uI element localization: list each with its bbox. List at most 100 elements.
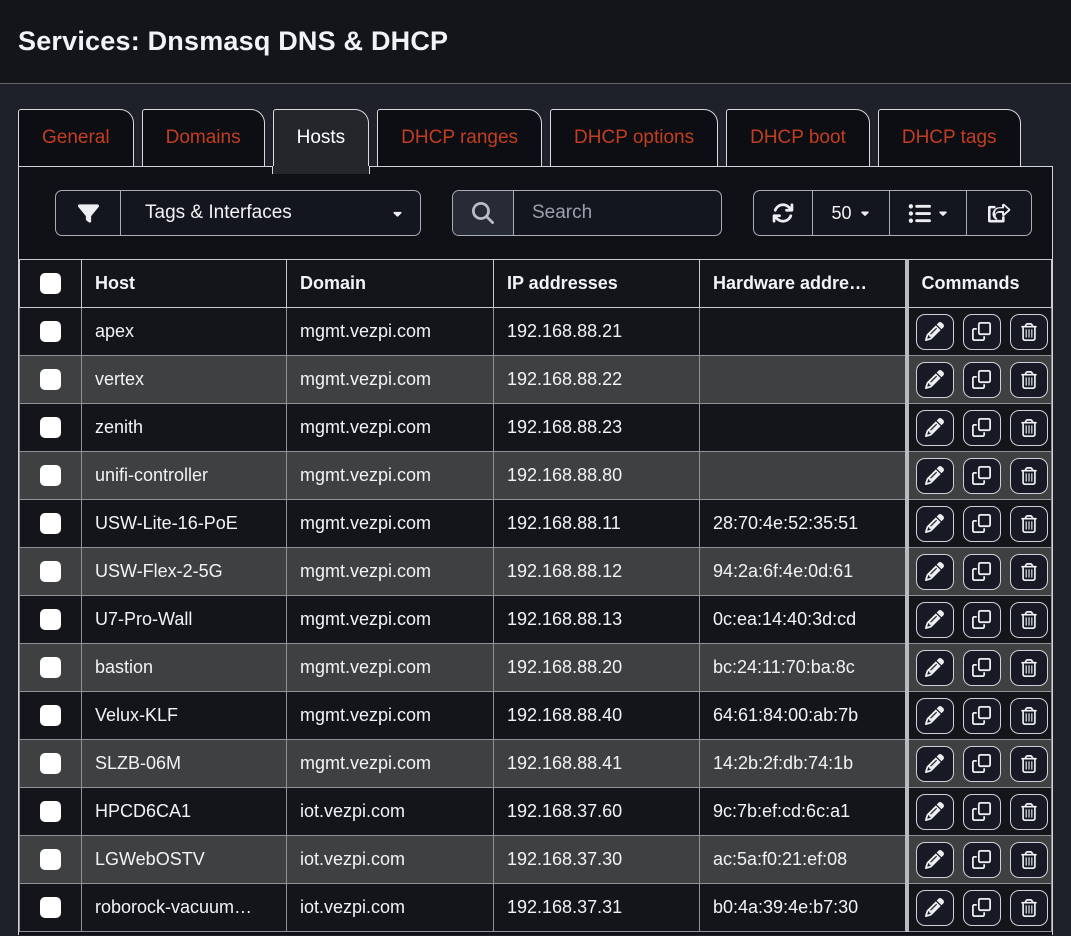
copy-button[interactable] <box>963 890 1001 926</box>
tab-general[interactable]: General <box>18 109 134 166</box>
column-header-host[interactable]: Host <box>82 260 287 308</box>
row-checkbox[interactable] <box>40 321 61 342</box>
table-row[interactable]: bastion mgmt.vezpi.com 192.168.88.20 bc:… <box>20 644 1052 692</box>
row-checkbox[interactable] <box>40 609 61 630</box>
tab-dhcp-tags[interactable]: DHCP tags <box>878 109 1021 166</box>
copy-button[interactable] <box>963 554 1001 590</box>
column-header-domain[interactable]: Domain <box>287 260 494 308</box>
table-row[interactable]: U7-Pro-Wall mgmt.vezpi.com 192.168.88.13… <box>20 596 1052 644</box>
table-row[interactable]: unifi-controller mgmt.vezpi.com 192.168.… <box>20 452 1052 500</box>
cell-hardware-address: 94:2a:6f:4e:0d:61 <box>700 548 907 596</box>
copy-button[interactable] <box>963 842 1001 878</box>
table-row[interactable]: zenith mgmt.vezpi.com 192.168.88.23 <box>20 404 1052 452</box>
delete-button[interactable] <box>1010 506 1048 542</box>
copy-button[interactable] <box>963 794 1001 830</box>
cell-domain: iot.vezpi.com <box>287 836 494 884</box>
edit-button[interactable] <box>916 842 954 878</box>
delete-button[interactable] <box>1010 698 1048 734</box>
table-row[interactable]: roborock-vacuum… iot.vezpi.com 192.168.3… <box>20 884 1052 932</box>
edit-button[interactable] <box>916 554 954 590</box>
trash-icon <box>1020 467 1038 485</box>
delete-button[interactable] <box>1010 410 1048 446</box>
row-checkbox[interactable] <box>40 897 61 918</box>
row-checkbox[interactable] <box>40 417 61 438</box>
cell-hardware-address: 9c:7b:ef:cd:6c:a1 <box>700 788 907 836</box>
delete-button[interactable] <box>1010 746 1048 782</box>
table-row[interactable]: HPCD6CA1 iot.vezpi.com 192.168.37.60 9c:… <box>20 788 1052 836</box>
delete-button[interactable] <box>1010 314 1048 350</box>
copy-button[interactable] <box>963 698 1001 734</box>
tab-dhcp-ranges[interactable]: DHCP ranges <box>377 109 542 166</box>
row-checkbox[interactable] <box>40 801 61 822</box>
tab-hosts[interactable]: Hosts <box>273 109 370 166</box>
edit-button[interactable] <box>916 458 954 494</box>
pencil-icon <box>925 322 944 341</box>
delete-button[interactable] <box>1010 458 1048 494</box>
edit-button[interactable] <box>916 410 954 446</box>
delete-button[interactable] <box>1010 362 1048 398</box>
row-checkbox[interactable] <box>40 369 61 390</box>
row-checkbox[interactable] <box>40 705 61 726</box>
row-checkbox[interactable] <box>40 513 61 534</box>
edit-button[interactable] <box>916 794 954 830</box>
table-row[interactable]: Velux-KLF mgmt.vezpi.com 192.168.88.40 6… <box>20 692 1052 740</box>
row-checkbox[interactable] <box>40 753 61 774</box>
edit-button[interactable] <box>916 506 954 542</box>
search-button[interactable] <box>453 191 513 235</box>
copy-button[interactable] <box>963 602 1001 638</box>
pencil-icon <box>925 898 944 917</box>
copy-button[interactable] <box>963 410 1001 446</box>
pencil-icon <box>925 610 944 629</box>
copy-button[interactable] <box>963 650 1001 686</box>
table-row[interactable]: SLZB-06M mgmt.vezpi.com 192.168.88.41 14… <box>20 740 1052 788</box>
delete-button[interactable] <box>1010 602 1048 638</box>
delete-button[interactable] <box>1010 794 1048 830</box>
row-checkbox[interactable] <box>40 561 61 582</box>
edit-button[interactable] <box>916 362 954 398</box>
edit-button[interactable] <box>916 602 954 638</box>
edit-button[interactable] <box>916 650 954 686</box>
page-size-select[interactable]: 50 <box>812 191 889 235</box>
hosts-table-body: apex mgmt.vezpi.com 192.168.88.21 <box>20 308 1052 932</box>
copy-button[interactable] <box>963 746 1001 782</box>
copy-button[interactable] <box>963 314 1001 350</box>
select-all-checkbox[interactable] <box>40 273 61 294</box>
edit-button[interactable] <box>916 698 954 734</box>
copy-icon <box>972 850 991 869</box>
delete-button[interactable] <box>1010 842 1048 878</box>
column-selector-button[interactable] <box>889 191 966 235</box>
row-checkbox-cell <box>20 404 82 452</box>
delete-button[interactable] <box>1010 890 1048 926</box>
copy-icon <box>972 802 991 821</box>
table-row[interactable]: LGWebOSTV iot.vezpi.com 192.168.37.30 ac… <box>20 836 1052 884</box>
column-header-ip-addresses[interactable]: IP addresses <box>494 260 700 308</box>
delete-button[interactable] <box>1010 554 1048 590</box>
table-row[interactable]: apex mgmt.vezpi.com 192.168.88.21 <box>20 308 1052 356</box>
column-header-hardware-address[interactable]: Hardware addre… <box>700 260 907 308</box>
export-button[interactable] <box>966 191 1031 235</box>
tab-dhcp-boot[interactable]: DHCP boot <box>726 109 870 166</box>
cell-ip-addresses: 192.168.88.41 <box>494 740 700 788</box>
table-row[interactable]: vertex mgmt.vezpi.com 192.168.88.22 <box>20 356 1052 404</box>
column-header-commands: Commands <box>907 260 1052 308</box>
row-checkbox[interactable] <box>40 657 61 678</box>
copy-button[interactable] <box>963 362 1001 398</box>
edit-button[interactable] <box>916 314 954 350</box>
row-checkbox[interactable] <box>40 849 61 870</box>
copy-button[interactable] <box>963 458 1001 494</box>
table-row[interactable]: USW-Flex-2-5G mgmt.vezpi.com 192.168.88.… <box>20 548 1052 596</box>
delete-button[interactable] <box>1010 650 1048 686</box>
cell-host: U7-Pro-Wall <box>82 596 287 644</box>
edit-button[interactable] <box>916 890 954 926</box>
search-input[interactable] <box>514 191 721 235</box>
filter-button[interactable] <box>56 191 120 235</box>
tab-domains[interactable]: Domains <box>142 109 265 166</box>
row-checkbox[interactable] <box>40 465 61 486</box>
refresh-button[interactable] <box>754 191 812 235</box>
edit-button[interactable] <box>916 746 954 782</box>
tags-interfaces-select[interactable]: Tags & Interfaces <box>120 191 420 235</box>
tab-dhcp-options[interactable]: DHCP options <box>550 109 718 166</box>
copy-button[interactable] <box>963 506 1001 542</box>
table-row[interactable]: USW-Lite-16-PoE mgmt.vezpi.com 192.168.8… <box>20 500 1052 548</box>
table-header: Host Domain IP addresses Hardware addre…… <box>20 260 1052 308</box>
